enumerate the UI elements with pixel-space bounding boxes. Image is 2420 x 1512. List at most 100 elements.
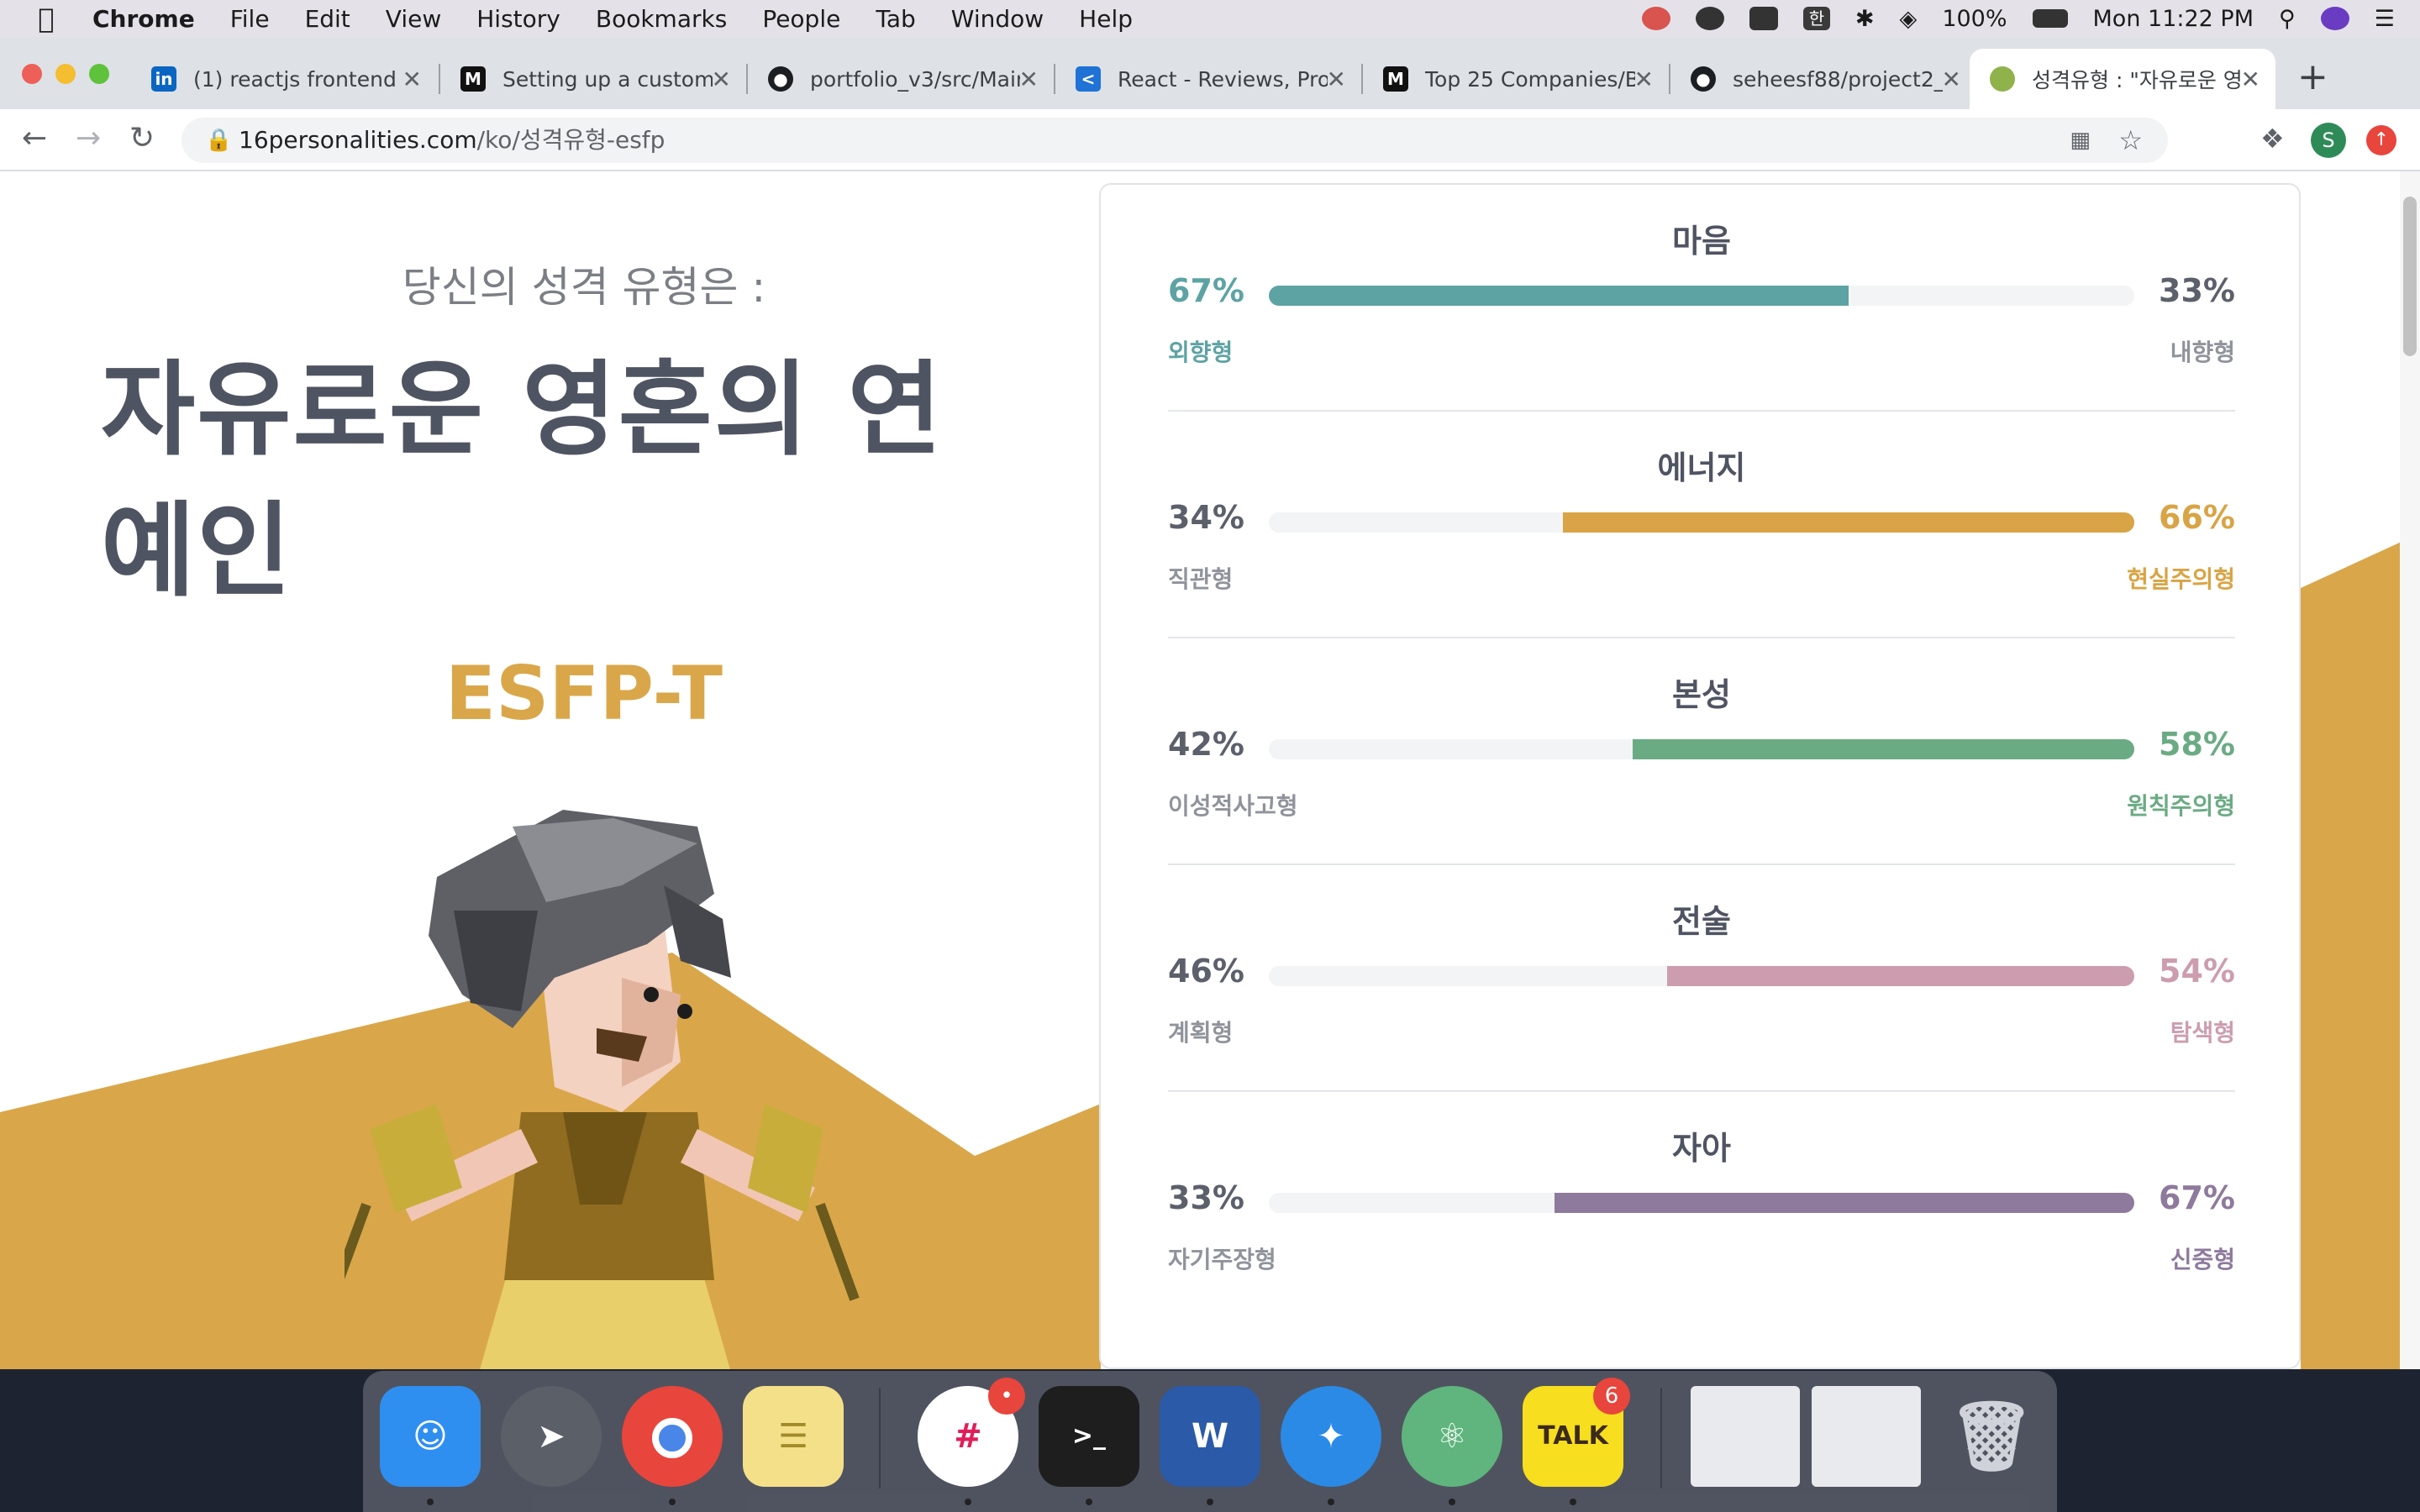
tab-linkedin[interactable]: in (1) reactjs frontend e ✕ <box>131 49 437 109</box>
trait-right-label: 탐색형 <box>2170 1019 2235 1047</box>
safari-icon[interactable]: ✦ <box>1281 1386 1381 1487</box>
tab-github-portfolio[interactable]: ● portfolio_v3/src/Main ✕ <box>748 49 1054 109</box>
bookmark-star-icon[interactable]: ☆ <box>2118 118 2143 163</box>
trait-left-percent: 42% <box>1168 726 1244 763</box>
notification-icon[interactable] <box>1641 7 1670 30</box>
tab-react-reviews[interactable]: < React - Reviews, Pro ✕ <box>1055 49 1361 109</box>
minimize-window-icon[interactable] <box>55 64 76 84</box>
airplay-icon[interactable] <box>1749 7 1778 30</box>
running-indicator <box>1570 1499 1576 1505</box>
finder-icon[interactable]: ☺ <box>380 1386 481 1487</box>
running-indicator <box>965 1499 971 1505</box>
battery-percent: 100% <box>1942 5 2007 32</box>
close-tab-icon[interactable]: ✕ <box>1942 66 1961 93</box>
back-arrow-icon[interactable]: ← <box>22 121 47 155</box>
personality-type-name: 자유로운 영혼의 연예인 <box>101 350 944 611</box>
medium-icon: M <box>1383 66 1408 92</box>
personality-type-code: ESFP-T <box>445 650 723 737</box>
menu-bar:  Chrome File Edit View History Bookmark… <box>0 0 2420 37</box>
slack-window-thumbnail[interactable] <box>1812 1386 1921 1487</box>
extensions-puzzle-icon[interactable]: ❖ <box>2260 123 2285 155</box>
close-tab-icon[interactable]: ✕ <box>1634 66 1654 93</box>
word-icon[interactable]: W <box>1160 1386 1260 1487</box>
menu-history[interactable]: History <box>476 5 560 33</box>
close-tab-icon[interactable]: ✕ <box>1327 66 1346 93</box>
menu-app-name[interactable]: Chrome <box>92 5 195 33</box>
bluetooth-icon[interactable]: ✱ <box>1855 6 1875 32</box>
trait-right-percent: 67% <box>2159 1179 2235 1216</box>
tab-medium-setup[interactable]: M Setting up a custom ✕ <box>440 49 746 109</box>
trait-left-label: 외향형 <box>1168 339 1234 366</box>
tab-title: 성격유형 : "자유로운 영 <box>2032 68 2242 92</box>
browser-toolbar: ← → ↻ 🔒 16personalities.com/ko/성격유형-esfp… <box>0 109 2420 171</box>
lock-icon[interactable]: 🔒 <box>205 118 232 163</box>
url-text[interactable]: 16personalities.com/ko/성격유형-esfp <box>239 118 665 163</box>
scrollbar-thumb[interactable] <box>2403 197 2417 356</box>
dock: ☺ ➤ ☰ # • >_ W ✦ ⚛ TALK 6 🗑 <box>363 1371 2057 1512</box>
notes-icon[interactable]: ☰ <box>743 1386 844 1487</box>
launchpad-icon[interactable]: ➤ <box>501 1386 602 1487</box>
reload-icon[interactable]: ↻ <box>129 121 155 155</box>
spotlight-search-icon[interactable]: ⚲ <box>2279 6 2296 32</box>
control-center-icon[interactable]: ☰ <box>2375 6 2395 32</box>
forward-arrow-icon[interactable]: → <box>76 121 101 155</box>
close-tab-icon[interactable]: ✕ <box>1019 66 1039 93</box>
running-indicator <box>1207 1499 1213 1505</box>
close-tab-icon[interactable]: ✕ <box>2241 66 2260 93</box>
cloud-icon[interactable] <box>1695 7 1724 30</box>
trait-left-percent: 67% <box>1168 272 1244 309</box>
menu-bookmarks[interactable]: Bookmarks <box>596 5 727 33</box>
menu-people[interactable]: People <box>762 5 840 33</box>
profile-avatar[interactable]: S <box>2311 123 2346 158</box>
trait-left-percent: 46% <box>1168 953 1244 990</box>
trait-left-percent: 34% <box>1168 499 1244 536</box>
atom-icon[interactable]: ⚛ <box>1402 1386 1502 1487</box>
running-indicator <box>1086 1499 1092 1505</box>
translate-icon[interactable]: ▦ <box>2070 118 2091 163</box>
zoom-window-icon[interactable] <box>89 64 109 84</box>
update-arrow-icon[interactable]: ↑ <box>2366 125 2396 155</box>
trait-left-label: 직관형 <box>1168 565 1234 593</box>
apple-menu-icon[interactable]:  <box>0 3 92 34</box>
trait-bar <box>1269 966 2134 986</box>
menu-edit[interactable]: Edit <box>305 5 350 33</box>
close-tab-icon[interactable]: ✕ <box>712 66 731 93</box>
trait-left-label: 계획형 <box>1168 1019 1234 1047</box>
tab-title: seheesf88/project2_ <box>1733 66 1943 92</box>
running-indicator <box>1328 1499 1334 1505</box>
tab-github-project[interactable]: ● seheesf88/project2_ ✕ <box>1670 49 1976 109</box>
entertainer-character-illustration <box>345 810 860 1369</box>
clock[interactable]: Mon 11:22 PM <box>2093 6 2254 32</box>
kakaotalk-icon[interactable]: TALK 6 <box>1523 1378 1630 1487</box>
trash-icon[interactable]: 🗑 <box>1941 1386 2042 1487</box>
trait-right-percent: 58% <box>2159 726 2235 763</box>
menu-window[interactable]: Window <box>951 5 1044 33</box>
close-window-icon[interactable] <box>22 64 42 84</box>
address-bar[interactable]: 🔒 16personalities.com/ko/성격유형-esfp ▦ ☆ <box>182 118 2168 163</box>
input-source-icon[interactable]: 한 <box>1802 7 1830 30</box>
tab-medium-companies[interactable]: M Top 25 Companies/B ✕ <box>1363 49 1669 109</box>
chrome-icon[interactable] <box>622 1386 723 1487</box>
terminal-icon[interactable]: >_ <box>1039 1386 1139 1487</box>
running-indicator <box>427 1499 434 1505</box>
trait-right-label: 원칙주의형 <box>2127 792 2235 820</box>
slack-icon[interactable]: # • <box>918 1378 1025 1487</box>
menu-file[interactable]: File <box>230 5 270 33</box>
word-window-thumbnail[interactable] <box>1691 1386 1800 1487</box>
trait-bar-fill <box>1632 739 2134 759</box>
close-tab-icon[interactable]: ✕ <box>402 66 422 93</box>
result-subtitle: 당신의 성격 유형은 : <box>402 263 766 312</box>
menu-help[interactable]: Help <box>1079 5 1133 33</box>
trait-bar-fill <box>1563 512 2134 533</box>
share-icon: < <box>1076 66 1101 92</box>
menu-view[interactable]: View <box>386 5 441 33</box>
new-tab-button[interactable]: + <box>2297 55 2328 98</box>
siri-icon[interactable] <box>2320 7 2349 30</box>
menu-tab[interactable]: Tab <box>876 5 915 33</box>
tab-16personalities[interactable]: 성격유형 : "자유로운 영 ✕ <box>1970 49 2275 109</box>
trait-right-label: 신중형 <box>2170 1246 2235 1273</box>
battery-icon[interactable] <box>2032 9 2068 28</box>
trait-right-percent: 66% <box>2159 499 2235 536</box>
wifi-icon[interactable]: ◈ <box>1900 6 1918 32</box>
kakaotalk-badge: 6 <box>1593 1378 1630 1415</box>
